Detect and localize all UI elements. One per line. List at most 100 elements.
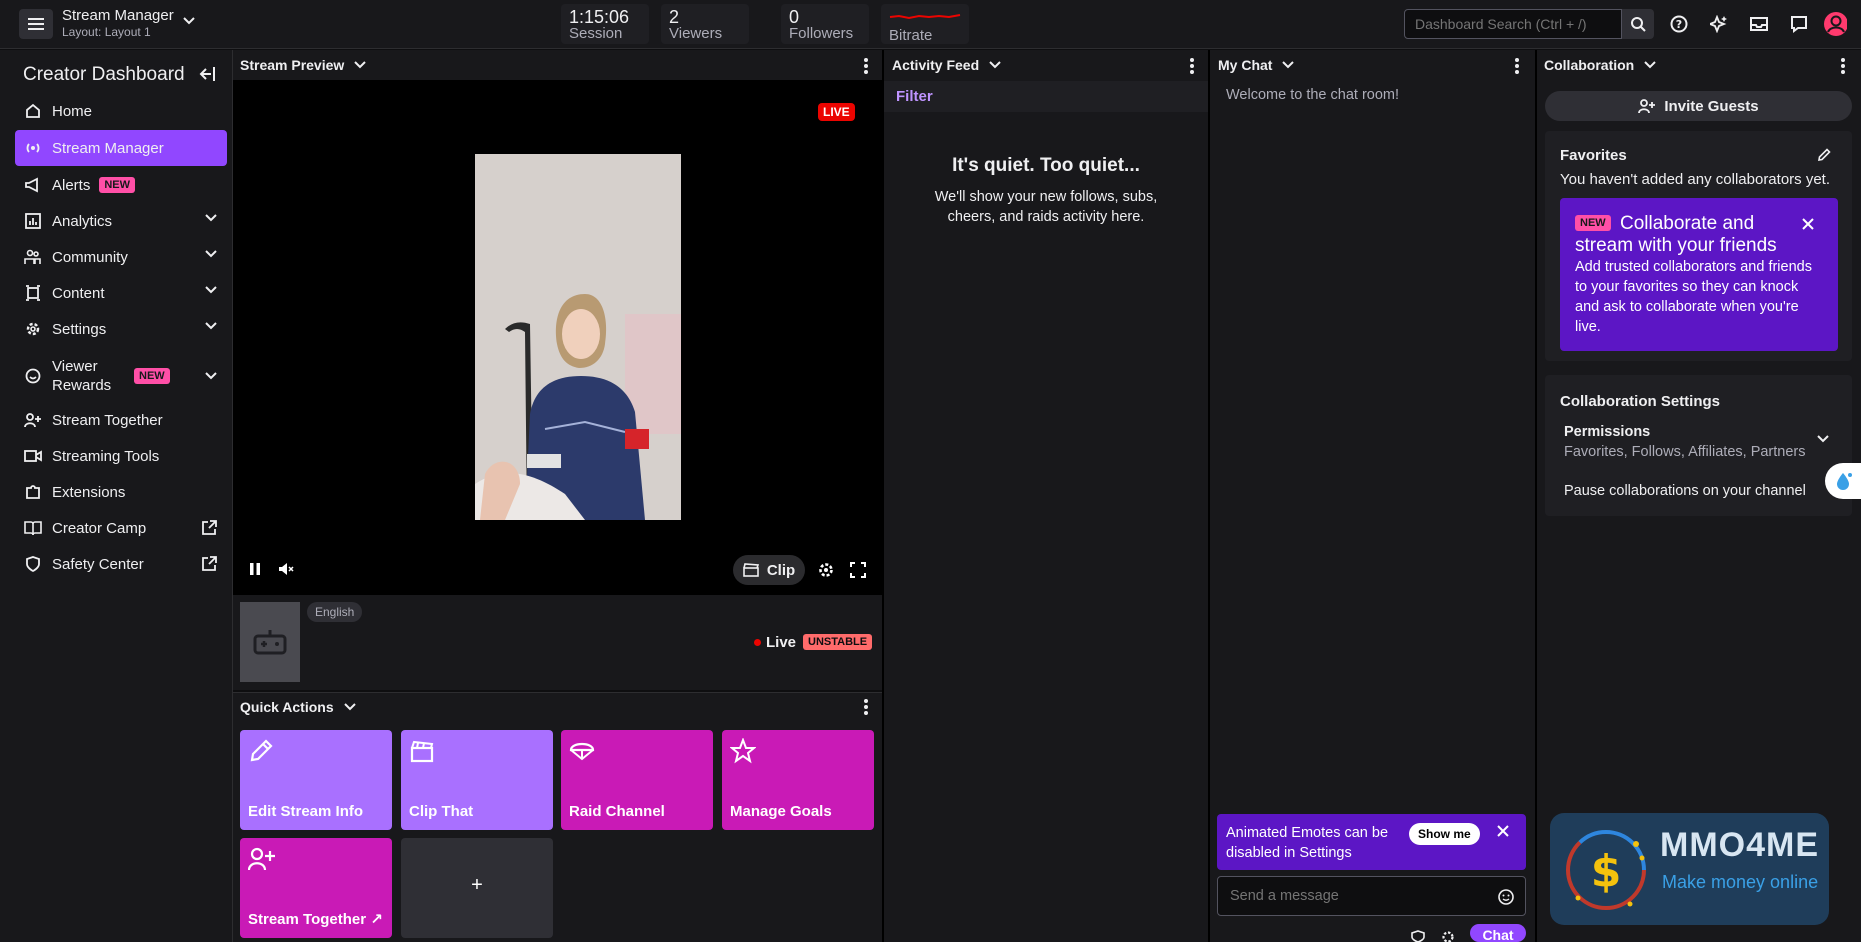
chevron-down-icon[interactable] [183, 17, 195, 25]
chat-message-input[interactable] [1217, 876, 1526, 916]
chat-bubble-icon [1791, 16, 1807, 33]
dashboard-search-input[interactable] [1404, 9, 1622, 39]
whispers-button[interactable] [1787, 12, 1811, 36]
sparkle-icon [1710, 15, 1727, 33]
chevron-down-icon[interactable] [1817, 435, 1829, 443]
chevron-down-icon [205, 286, 217, 294]
more-options-icon[interactable] [1841, 58, 1845, 74]
filter-button[interactable]: Filter [896, 88, 933, 105]
volume-icon[interactable] [278, 562, 294, 576]
community-icon [24, 248, 42, 266]
collapse-icon[interactable] [198, 66, 216, 82]
stat-session: 1:15:06 Session [561, 4, 649, 44]
sidebar-item-stream-together[interactable]: Stream Together [15, 402, 227, 438]
moderation-icon[interactable] [1411, 930, 1425, 942]
empty-state-title: It's quiet. Too quiet... [952, 155, 1140, 176]
raid-channel-tile[interactable]: Raid Channel [561, 730, 713, 830]
home-icon [24, 102, 42, 120]
floating-assistant-button[interactable] [1825, 463, 1861, 499]
avatar[interactable] [1823, 12, 1847, 36]
stat-value: 2 [669, 7, 680, 27]
sidebar-item-streaming-tools[interactable]: Streaming Tools [15, 438, 227, 474]
sidebar-item-home[interactable]: Home [15, 93, 227, 129]
my-chat-header[interactable]: My Chat [1218, 50, 1295, 80]
panel-title: My Chat [1218, 57, 1273, 73]
help-button[interactable]: ? [1667, 12, 1691, 36]
permissions-title[interactable]: Permissions [1564, 424, 1650, 440]
panel-title: Activity Feed [892, 57, 980, 73]
panel-divider [1208, 50, 1210, 942]
menu-button[interactable] [19, 9, 53, 39]
panel-title: Quick Actions [240, 699, 334, 715]
add-person-icon [1638, 99, 1656, 114]
sidebar-item-content[interactable]: Content [15, 275, 227, 311]
clip-label: Clip [766, 561, 796, 579]
sidebar-item-creator-camp[interactable]: Creator Camp [15, 510, 227, 546]
sidebar-item-viewer-rewards[interactable]: Viewer Rewards NEW [15, 354, 227, 398]
promo-body: Add trusted collaborators and friends to… [1575, 259, 1812, 335]
gear-icon[interactable] [818, 562, 834, 578]
emote-picker-icon[interactable] [1498, 889, 1514, 905]
chevron-down-icon [343, 703, 356, 711]
bitrate-graph [889, 14, 961, 20]
fullscreen-icon[interactable] [850, 562, 866, 578]
stream-preview-header[interactable]: Stream Preview [240, 50, 367, 80]
star-icon [730, 738, 756, 764]
invite-guests-button[interactable]: Invite Guests [1545, 91, 1852, 121]
close-icon[interactable] [1802, 218, 1814, 230]
sidebar-item-alerts[interactable]: Alerts NEW [15, 167, 227, 203]
panel-title: Stream Preview [240, 57, 345, 73]
svg-text:?: ? [1676, 18, 1682, 31]
collaboration-header[interactable]: Collaboration [1544, 50, 1656, 80]
pause-icon[interactable] [248, 562, 262, 576]
add-person-icon [248, 847, 275, 871]
inbox-button[interactable] [1747, 12, 1771, 36]
water-drop-icon [1837, 473, 1852, 490]
chat-panel [1210, 80, 1535, 942]
stat-label: Viewers [669, 25, 723, 42]
content-icon [24, 284, 42, 302]
more-options-icon[interactable] [1190, 58, 1194, 74]
sparkle-button[interactable] [1707, 12, 1731, 36]
gear-icon[interactable] [1441, 930, 1455, 942]
sidebar-item-label: Content [52, 284, 105, 302]
broadcast-icon [24, 139, 42, 157]
sidebar-item-label: Extensions [52, 483, 126, 501]
manage-goals-tile[interactable]: Manage Goals [722, 730, 874, 830]
stream-together-tile[interactable]: Stream Together ↗ [240, 838, 392, 938]
sidebar-item-analytics[interactable]: Analytics [15, 203, 227, 239]
pencil-icon[interactable] [1817, 148, 1831, 162]
game-controller-icon [253, 630, 287, 655]
chat-welcome-message: Welcome to the chat room! [1226, 87, 1400, 103]
new-badge: NEW [134, 368, 170, 384]
language-tag[interactable]: English [307, 602, 363, 622]
search-icon [1631, 17, 1646, 32]
sidebar-item-community[interactable]: Community [15, 239, 227, 275]
sidebar-item-safety-center[interactable]: Safety Center [15, 546, 227, 582]
sidebar-item-label: Stream Manager [52, 139, 164, 157]
sidebar-item-settings[interactable]: Settings [15, 311, 227, 347]
clapperboard-icon [410, 740, 434, 763]
more-options-icon[interactable] [864, 58, 868, 74]
send-chat-button[interactable]: Chat [1470, 924, 1526, 942]
category-thumbnail[interactable] [240, 602, 300, 682]
show-me-button[interactable]: Show me [1409, 823, 1480, 845]
clip-that-tile[interactable]: Clip That [401, 730, 553, 830]
sidebar-item-extensions[interactable]: Extensions [15, 474, 227, 510]
close-icon[interactable] [1497, 825, 1509, 837]
search-button[interactable] [1622, 9, 1654, 39]
quick-actions-header[interactable]: Quick Actions [240, 692, 356, 722]
sidebar-item-stream-manager[interactable]: Stream Manager [15, 130, 227, 166]
activity-feed-header[interactable]: Activity Feed [892, 50, 1001, 80]
edit-stream-info-tile[interactable]: Edit Stream Info [240, 730, 392, 830]
clip-button[interactable]: Clip [733, 555, 805, 585]
more-options-icon[interactable] [1515, 58, 1519, 74]
layout-label: Layout: Layout 1 [62, 25, 151, 39]
add-quick-action-tile[interactable]: + [401, 838, 553, 938]
more-options-icon[interactable] [864, 699, 868, 715]
stat-followers: 0 Followers [781, 4, 869, 44]
layout-switcher[interactable]: Stream Manager Layout: Layout 1 [62, 7, 174, 39]
tile-label: Edit Stream Info [248, 803, 364, 820]
collab-settings-title: Collaboration Settings [1560, 393, 1721, 410]
stat-label: Bitrate [889, 27, 933, 44]
